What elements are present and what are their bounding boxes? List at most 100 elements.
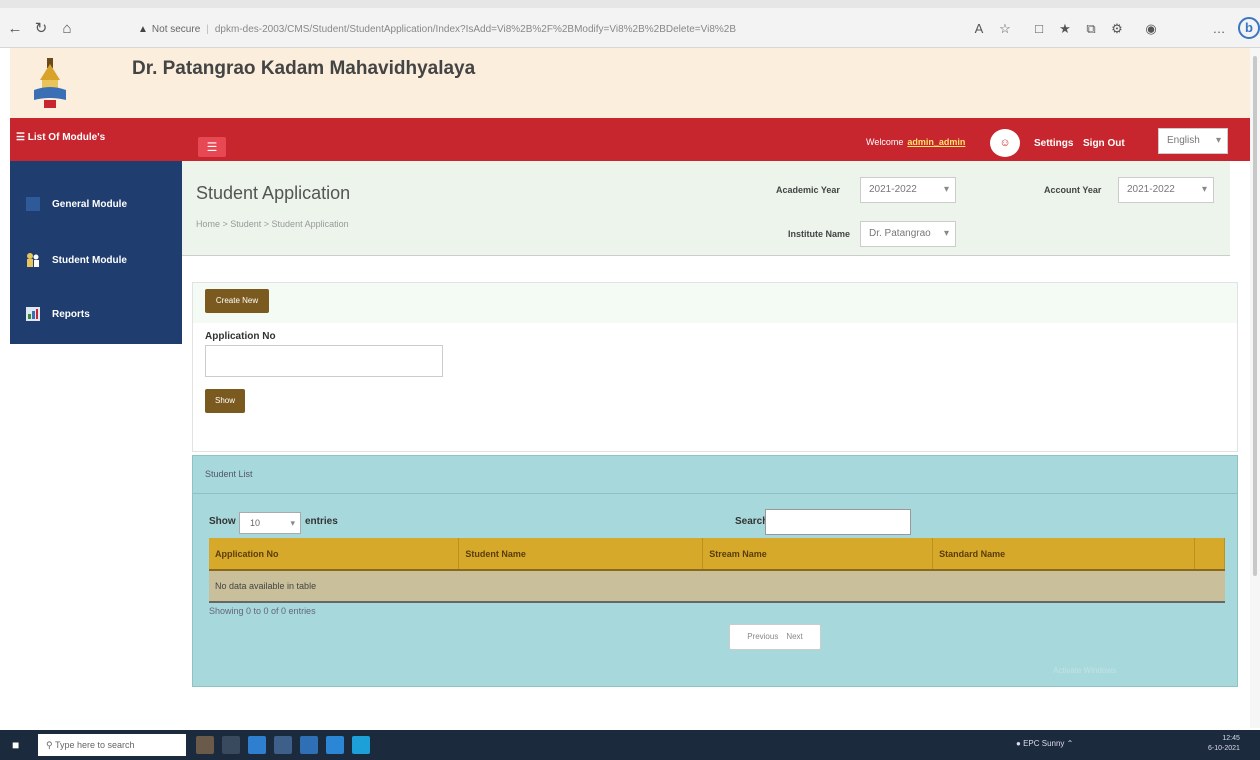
sidebar-item-general-module[interactable]: General Module (10, 185, 182, 225)
module-icon (26, 197, 40, 211)
show-button[interactable]: Show (205, 389, 245, 413)
address-bar[interactable]: ▲ Not secure | dpkm-des-2003/CMS/Student/St… (138, 20, 958, 40)
site-title: Dr. Patangrao Kadam Mahavidhyalaya (132, 58, 476, 79)
scrollbar-thumb[interactable] (1253, 56, 1257, 576)
empty-table-message: No data available in table (209, 570, 1225, 603)
split-screen-icon[interactable]: □ (1030, 20, 1048, 38)
username-link[interactable]: admin_admin (907, 137, 965, 147)
column-header-standard-name[interactable]: Standard Name (932, 538, 1195, 571)
chevron-down-icon: ▾ (1215, 135, 1221, 146)
table-row: No data available in table (209, 570, 1225, 603)
read-aloud-icon[interactable]: A (970, 20, 988, 38)
show-label: Show (209, 516, 236, 527)
application-form-panel: Create New Application No Show (192, 282, 1238, 452)
table-header-row: Application No Student Name Stream Name … (209, 538, 1226, 571)
form-toolbar (193, 283, 1237, 323)
clock[interactable]: 12:45 6-10-2021 (1208, 734, 1240, 754)
back-icon[interactable]: ← (6, 20, 24, 38)
sidebar-item-student-module[interactable]: Student Module (10, 241, 182, 281)
page-title: Student Application (196, 183, 351, 203)
student-icon (27, 253, 39, 267)
column-header-spacer (1194, 538, 1226, 571)
menu-toggle-button[interactable]: ☰ (198, 137, 226, 157)
table-info: Showing 0 to 0 of 0 entries (209, 606, 316, 616)
institute-name-select[interactable]: Dr. Patangrao ▾ (860, 221, 956, 247)
column-header-student-name[interactable]: Student Name (458, 538, 704, 571)
clock-time: 12:45 (1222, 735, 1240, 742)
cortana-icon[interactable] (196, 736, 214, 754)
edge-taskbar-icon[interactable] (248, 736, 266, 754)
collections-icon[interactable]: ⧉ (1082, 20, 1100, 38)
search-input[interactable] (765, 509, 911, 535)
report-icon (26, 307, 40, 321)
home-icon[interactable]: ⌂ (58, 20, 76, 38)
previous-button[interactable]: Previous (747, 632, 778, 641)
sign-out-link[interactable]: Sign Out (1083, 138, 1125, 149)
welcome-text: Welcome admin_admin (866, 137, 965, 147)
student-list-title: Student List (205, 469, 253, 479)
pagination: Previous Next (729, 624, 821, 650)
module-list-toggle[interactable]: ☰ List Of Module's (16, 132, 105, 143)
taskbar-search-input[interactable]: ⚲ Type here to search (38, 734, 186, 756)
browser-taskbar-icon[interactable] (352, 736, 370, 754)
application-no-input[interactable] (205, 345, 443, 377)
college-logo (34, 58, 66, 108)
column-header-application-no[interactable]: Application No (209, 538, 460, 571)
site-header: Dr. Patangrao Kadam Mahavidhyalaya (10, 48, 1260, 118)
entries-label: entries (305, 516, 338, 527)
column-header-stream-name[interactable]: Stream Name (702, 538, 934, 571)
student-table: Application No Student Name Stream Name … (209, 538, 1226, 603)
chevron-down-icon: ▾ (943, 184, 949, 195)
chevron-down-icon: ▾ (943, 228, 949, 239)
chevron-down-icon: ▾ (1201, 184, 1207, 195)
academic-year-select[interactable]: 2021-2022 ▾ (860, 177, 956, 203)
mail-icon[interactable] (326, 736, 344, 754)
avatar[interactable]: ☺ (990, 129, 1020, 157)
warning-icon: ▲ (138, 24, 148, 35)
windows-taskbar: ■ ⚲ Type here to search ● EPC Sunny ⌃ 12… (0, 730, 1260, 760)
browser-toolbar: ← ↻ ⌂ ▲ Not secure | dpkm-des-2003/CMS/Stud… (0, 0, 1260, 48)
welcome-label: Welcome (866, 137, 904, 147)
chevron-down-icon: ▾ (290, 518, 295, 528)
next-button[interactable]: Next (786, 632, 802, 641)
tray-label: EPC Sunny (1023, 739, 1065, 748)
favorite-star-icon[interactable]: ☆ (996, 20, 1014, 38)
not-secure-label: Not secure (151, 24, 201, 35)
account-year-select[interactable]: 2021-2022 ▾ (1118, 177, 1214, 203)
extension-puzzle-icon[interactable]: ◉ (1142, 20, 1160, 38)
store-icon[interactable] (300, 736, 318, 754)
create-new-button[interactable]: Create New (205, 289, 269, 313)
page-size-select[interactable]: 10 ▾ (239, 512, 301, 534)
institute-name-label: Institute Name (788, 229, 851, 239)
reload-icon[interactable]: ↻ (32, 20, 50, 38)
account-year-value: 2021-2022 (1127, 184, 1175, 195)
system-tray[interactable]: ● EPC Sunny ⌃ (1016, 739, 1073, 748)
activate-windows-watermark: Activate Windows (1053, 666, 1117, 675)
browser-tabstrip (0, 0, 1260, 8)
institute-name-value: Dr. Patangrao (869, 228, 931, 239)
module-list-label: List Of Module's (27, 132, 106, 143)
sidebar-item-label: General Module (52, 199, 128, 210)
language-value: English (1167, 135, 1200, 146)
sidebar-item-label: Student Module (52, 255, 127, 266)
settings-link[interactable]: Settings (1034, 138, 1073, 149)
language-select[interactable]: English ▾ (1158, 128, 1228, 154)
account-year-label: Account Year (1044, 185, 1102, 195)
file-explorer-icon[interactable] (274, 736, 292, 754)
student-list-panel: Student List Show 10 ▾ entries Search: A… (192, 455, 1238, 687)
academic-year-value: 2021-2022 (869, 184, 917, 195)
page-size-value: 10 (250, 518, 261, 528)
task-view-icon[interactable] (222, 736, 240, 754)
more-menu-icon[interactable]: … (1210, 20, 1228, 38)
divider (193, 493, 1237, 494)
url-text: dpkm-des-2003/CMS/Student/StudentApplica… (214, 24, 737, 35)
application-no-label: Application No (205, 331, 276, 342)
sidebar-item-reports[interactable]: Reports (10, 295, 182, 335)
academic-year-label: Academic Year (776, 185, 840, 195)
windows-start-icon[interactable]: ■ (12, 738, 26, 752)
favorites-icon[interactable]: ★ (1056, 20, 1074, 38)
page-header: Student Application Home > Student > Stu… (182, 161, 1230, 256)
taskbar-search-placeholder: Type here to search (54, 740, 135, 750)
profile-icon[interactable]: b (1238, 17, 1260, 39)
extensions-icon[interactable]: ⚙ (1108, 20, 1126, 38)
